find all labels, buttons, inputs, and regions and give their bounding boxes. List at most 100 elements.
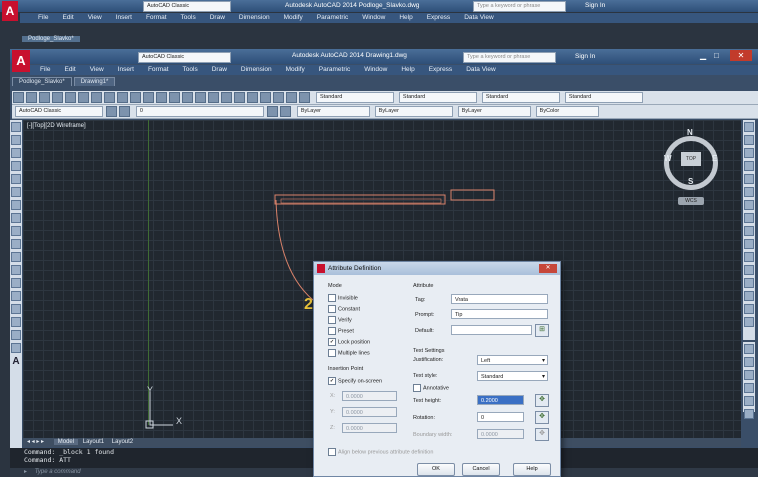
offset-icon[interactable] [744, 161, 754, 171]
array-icon[interactable] [744, 174, 754, 184]
erase-icon[interactable] [744, 122, 754, 132]
layer-manager-icon[interactable] [105, 106, 117, 117]
sign-in-button[interactable]: Sign In [575, 53, 595, 60]
back-menu-tools[interactable]: Tools [181, 14, 196, 21]
menu-view[interactable]: View [90, 66, 104, 73]
menu-help[interactable]: Help [401, 66, 414, 73]
insert-block-icon[interactable] [11, 265, 21, 275]
linetype-combo[interactable]: ByLayer [374, 106, 453, 117]
menu-dataview[interactable]: Data View [466, 66, 496, 73]
close-icon[interactable]: ✕ [730, 50, 752, 61]
dim-style-combo[interactable]: Standard [398, 92, 477, 103]
chamfer-icon[interactable] [744, 291, 754, 301]
tab-nav-icon[interactable]: ◂ ◂ ▸ ▸ [27, 439, 44, 445]
verify-checkbox[interactable]: Verify [328, 316, 352, 324]
tab-layout2[interactable]: Layout2 [112, 439, 133, 445]
scale-icon[interactable] [744, 213, 754, 223]
workspace-combo[interactable]: AutoCAD Classic [138, 52, 231, 63]
preview-icon[interactable] [65, 92, 76, 103]
back-menu-dimension[interactable]: Dimension [239, 14, 270, 21]
workspace-select[interactable]: AutoCAD Classic [15, 106, 103, 117]
x-field[interactable]: 0.0000 [342, 391, 397, 401]
lock-position-checkbox[interactable]: ✓ Lock position [328, 338, 370, 346]
back-menu-view[interactable]: View [88, 14, 102, 21]
extend-icon[interactable] [744, 252, 754, 262]
invisible-checkbox[interactable]: Invisible [328, 294, 358, 302]
hatch-back-icon[interactable] [744, 409, 754, 419]
pick-height-icon[interactable]: ✥ [535, 394, 549, 407]
move-icon[interactable] [744, 187, 754, 197]
viewcube-north[interactable]: N [687, 128, 693, 137]
menu-dimension[interactable]: Dimension [241, 66, 272, 73]
ellipse-icon[interactable] [11, 239, 21, 249]
open-icon[interactable] [26, 92, 37, 103]
color-combo[interactable]: ByLayer [296, 106, 370, 117]
back-menu-parametric[interactable]: Parametric [317, 14, 348, 21]
matchprop-icon[interactable] [130, 92, 141, 103]
viewcube-south[interactable]: S [688, 177, 693, 186]
paste-icon[interactable] [117, 92, 128, 103]
align-below-checkbox[interactable]: Align below previous attribute definitio… [328, 448, 433, 456]
search-input[interactable]: Type a keyword or phrase [463, 52, 556, 63]
trim-icon[interactable] [744, 239, 754, 249]
back-tab[interactable]: Podloge_Slavko* [22, 36, 80, 42]
wcs-menu[interactable]: WCS [678, 197, 704, 205]
point-icon[interactable] [11, 291, 21, 301]
save-icon[interactable] [39, 92, 50, 103]
command-prompt-icon[interactable]: ▸ [24, 469, 27, 475]
text-style-select[interactable]: Standard [477, 371, 548, 382]
back-menu-help[interactable]: Help [399, 14, 412, 21]
back-search-input[interactable]: Type a keyword or phrase [473, 1, 566, 12]
text-front-icon[interactable] [744, 396, 754, 406]
tab-podloge[interactable]: Podloge_Slavko* [12, 77, 72, 86]
menu-window[interactable]: Window [364, 66, 387, 73]
zoom-window-icon[interactable] [195, 92, 206, 103]
prompt-input[interactable]: Tip [451, 309, 548, 319]
back-menu-modify[interactable]: Modify [284, 14, 303, 21]
menu-express[interactable]: Express [429, 66, 452, 73]
undo-icon[interactable] [143, 92, 154, 103]
specify-onscreen-checkbox[interactable]: ✓ Specify on-screen [328, 377, 382, 385]
y-field[interactable]: 0.0000 [342, 407, 397, 417]
back-sign-in[interactable]: Sign In [585, 2, 605, 9]
back-menu-express[interactable]: Express [427, 14, 450, 21]
print-icon[interactable] [52, 92, 63, 103]
menu-tools[interactable]: Tools [183, 66, 198, 73]
make-block-icon[interactable] [11, 278, 21, 288]
zoom-previous-icon[interactable] [208, 92, 219, 103]
sheet-set-icon[interactable] [260, 92, 271, 103]
viewcube-top-button[interactable]: TOP [681, 152, 701, 166]
back-menu-dataview[interactable]: Data View [464, 14, 494, 21]
justification-select[interactable]: Left [477, 355, 548, 366]
table-style-combo[interactable]: Standard [481, 92, 560, 103]
back-workspace-combo[interactable]: AutoCAD Classic [143, 1, 231, 12]
properties-icon[interactable] [221, 92, 232, 103]
constant-checkbox[interactable]: Constant [328, 305, 360, 313]
markup-icon[interactable] [273, 92, 284, 103]
layer-state-icon[interactable] [118, 106, 130, 117]
layer-previous-icon[interactable] [279, 106, 291, 117]
back-menu-format[interactable]: Format [146, 14, 167, 21]
menu-file[interactable]: File [40, 66, 50, 73]
menu-edit[interactable]: Edit [64, 66, 75, 73]
lineweight-combo[interactable]: ByLayer [457, 106, 531, 117]
send-under-icon[interactable] [744, 383, 754, 393]
break-icon[interactable] [744, 265, 754, 275]
rotate-icon[interactable] [744, 200, 754, 210]
tool-palettes-icon[interactable] [247, 92, 258, 103]
ellipse-arc-icon[interactable] [11, 252, 21, 262]
viewcube-west[interactable]: W [664, 154, 672, 163]
circle-icon[interactable] [11, 200, 21, 210]
default-input[interactable] [451, 325, 532, 335]
plotstyle-combo[interactable]: ByColor [535, 106, 599, 117]
redo-icon[interactable] [156, 92, 167, 103]
bring-front-icon[interactable] [744, 344, 754, 354]
copy-object-icon[interactable] [744, 135, 754, 145]
line-icon[interactable] [11, 122, 21, 132]
pan-icon[interactable] [169, 92, 180, 103]
cut-icon[interactable] [91, 92, 102, 103]
viewcube-east[interactable]: E [712, 154, 717, 163]
construction-line-icon[interactable] [11, 135, 21, 145]
tab-drawing1[interactable]: Drawing1* [73, 77, 116, 86]
revcloud-icon[interactable] [11, 213, 21, 223]
